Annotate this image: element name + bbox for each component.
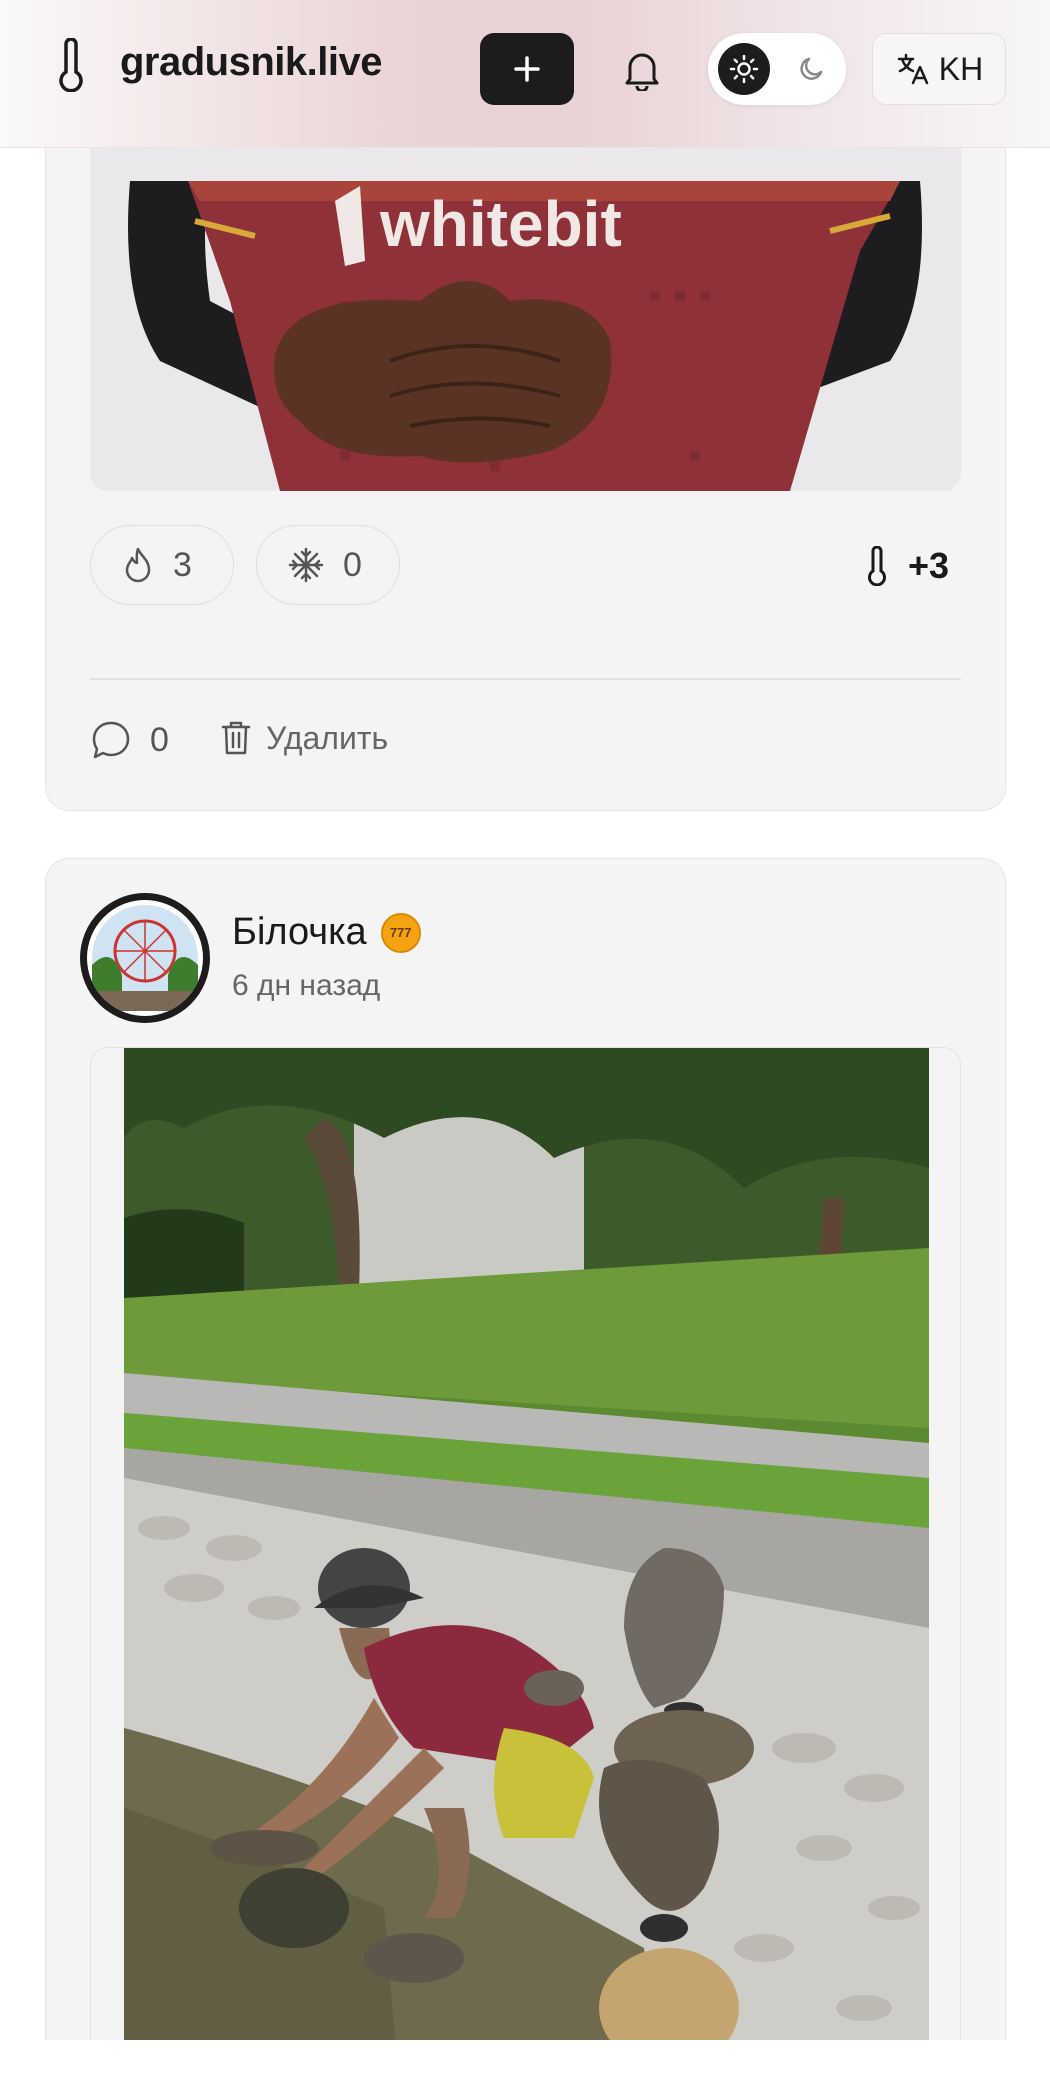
flame-icon: [125, 547, 151, 583]
post-temperature: +3: [866, 545, 949, 587]
snowflake-icon: [288, 547, 324, 583]
frost-count: 0: [343, 545, 362, 584]
bottom-safe-area: [0, 2040, 1050, 2077]
dark-theme-button[interactable]: [786, 43, 838, 95]
notifications-button[interactable]: [612, 40, 672, 100]
post-card: Білочка 777 6 дн назад: [45, 858, 1006, 2077]
translate-icon: [897, 53, 929, 85]
comments-count: 0: [150, 720, 169, 759]
post-image-frame: [90, 1047, 961, 2077]
thermometer-icon: [868, 546, 886, 586]
top-header: gradusnik.live KH: [0, 0, 1050, 148]
language-button[interactable]: KH: [872, 33, 1006, 105]
rank-badge: 777: [380, 912, 421, 953]
delete-post-button[interactable]: Удалить: [220, 719, 388, 757]
author-name[interactable]: Білочка: [232, 911, 367, 954]
site-logo-text[interactable]: gradusnik.live: [120, 40, 382, 85]
trash-icon: [221, 721, 251, 755]
thermometer-icon[interactable]: [56, 38, 86, 92]
temperature-value: +3: [908, 545, 950, 586]
frost-reaction-button[interactable]: 0: [256, 525, 400, 605]
post-time: 6 дн назад: [232, 969, 381, 1002]
bell-icon: [625, 53, 659, 91]
jersey-logo-text: whitebit: [379, 188, 622, 260]
fire-count: 3: [173, 545, 192, 584]
author-avatar[interactable]: [80, 893, 210, 1023]
post-image[interactable]: [124, 1048, 929, 2077]
add-post-button[interactable]: [480, 33, 574, 105]
theme-toggle[interactable]: [708, 33, 846, 105]
plus-icon: [514, 56, 540, 82]
light-theme-button[interactable]: [718, 43, 770, 95]
language-label: KH: [938, 50, 984, 87]
comment-icon: [92, 721, 130, 759]
sun-icon: [729, 54, 759, 84]
moon-icon: [800, 57, 823, 80]
comments-button[interactable]: 0: [90, 719, 169, 761]
fire-reaction-button[interactable]: 3: [90, 525, 234, 605]
card-divider: [90, 678, 961, 680]
delete-label: Удалить: [266, 719, 389, 756]
author-row: Білочка 777: [232, 911, 421, 954]
